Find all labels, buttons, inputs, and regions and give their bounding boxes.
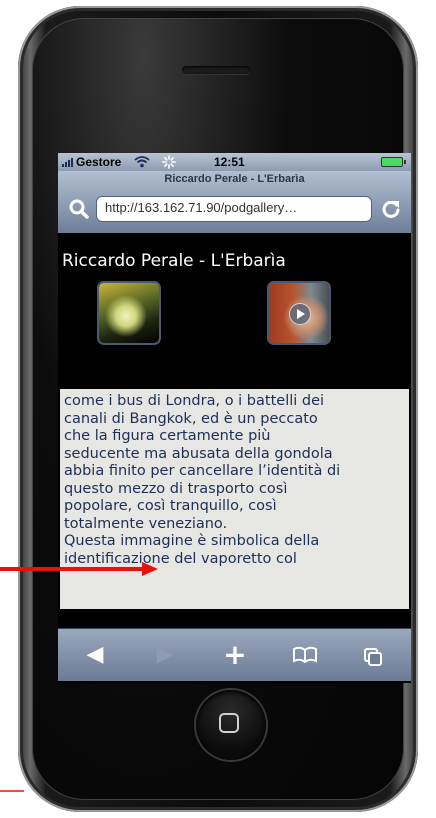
caption-line: questo mezzo di trasporto così: [64, 480, 288, 497]
home-button[interactable]: [196, 690, 266, 760]
add-bookmark-icon[interactable]: +: [220, 641, 250, 669]
url-field[interactable]: http://163.162.71.90/podgallery…: [96, 196, 372, 222]
caption-text-box: come i bus di Londra, o i battelli dei c…: [60, 389, 409, 609]
search-icon[interactable]: [68, 198, 90, 220]
web-content: Riccardo Perale - L'Erbarìa come i bus d…: [58, 233, 411, 628]
caption-line: totalmente veneziano.: [64, 515, 228, 532]
home-square-icon: [219, 713, 239, 733]
caption-line: canali di Bangkok, ed è un peccato: [64, 410, 318, 427]
browser-address-bar: Riccardo Perale - L'Erbarìa http://163.1…: [58, 171, 411, 234]
bookmarks-icon[interactable]: [290, 641, 320, 669]
back-arrow-icon[interactable]: ◀: [80, 641, 110, 669]
battery-icon: [381, 157, 406, 167]
carrier-name: Gestore: [76, 155, 122, 169]
photo-thumbnail[interactable]: [97, 281, 161, 345]
caption-line: identificazione del vaporetto col: [64, 550, 297, 567]
phone-screen: Gestore 12:51 Riccardo Perale - L'Erbarì…: [58, 153, 411, 683]
page-heading: Riccardo Perale - L'Erbarìa: [62, 251, 286, 271]
forward-arrow-icon[interactable]: ▶: [150, 641, 180, 669]
caption-line: Questa immagine è simbolica della: [64, 533, 320, 549]
reload-icon[interactable]: [380, 198, 402, 220]
caption-line: come i bus di Londra, o i battelli dei: [64, 393, 325, 409]
caption-line: abbia finito per cancellare l’identità d…: [64, 463, 341, 479]
caption-line: che la figura certamente più: [64, 428, 271, 444]
play-icon[interactable]: [289, 303, 311, 325]
caption-line: seducente ma abusata della gondola: [64, 445, 333, 462]
caption-line: popolare, così tranquillo, così: [64, 498, 277, 514]
wifi-icon: [134, 156, 150, 168]
clock: 12:51: [214, 155, 245, 169]
status-bar: Gestore 12:51: [58, 153, 411, 171]
page-title: Riccardo Perale - L'Erbarìa: [164, 173, 305, 185]
activity-spinner-icon: [162, 155, 176, 169]
pages-icon[interactable]: [358, 641, 388, 669]
browser-toolbar: ◀ ▶ +: [58, 628, 411, 681]
earpiece-speaker: [182, 66, 250, 74]
video-thumbnail[interactable]: [267, 281, 331, 345]
